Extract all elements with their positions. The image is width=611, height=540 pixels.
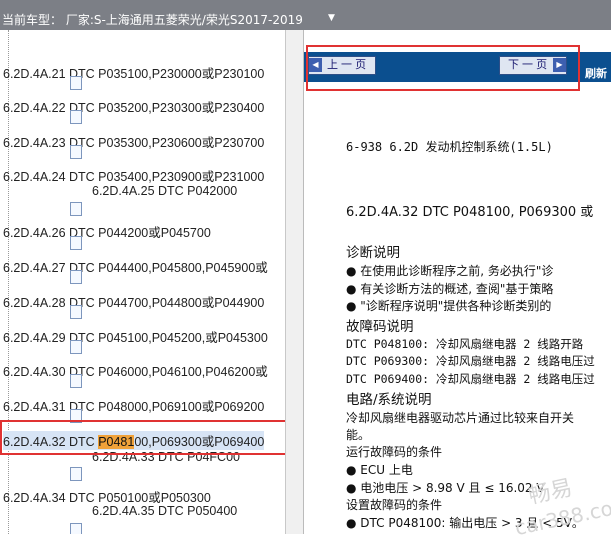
annotation-redbox	[0, 420, 285, 455]
dtc-tree: 6.2D.4A.21 DTC P035100,P230000或P230100 6…	[0, 30, 285, 534]
vehicle-header: 当前车型： 厂家:S-上海通用五菱荣光/荣光S2017-2019 ▼	[0, 0, 611, 30]
document-icon	[70, 270, 82, 284]
section-heading: 故障码说明	[346, 319, 414, 335]
tree-item[interactable]: 6.2D.4A.30 DTC P046000,P046100,P046200或	[3, 361, 268, 380]
dtc-line: DTC P069300: 冷却风扇继电器 2 线路电压过	[346, 354, 595, 368]
document-icon	[70, 523, 82, 534]
tree-item[interactable]: 6.2D.4A.35 DTC P050400	[92, 504, 237, 518]
document-icon	[70, 340, 82, 354]
bullet-text: ● ECU 上电	[346, 463, 413, 477]
tree-item[interactable]: 6.2D.4A.26 DTC P044200或P045700	[3, 222, 211, 241]
tree-item[interactable]: 6.2D.4A.27 DTC P044400,P045800,P045900或	[3, 257, 268, 276]
bullet-text: ● 有关诊断方法的概述, 查阅"基于策略	[346, 282, 554, 296]
tree-item[interactable]: 6.2D.4A.25 DTC P042000	[92, 184, 237, 198]
tree-item[interactable]: 6.2D.4A.28 DTC P044700,P044800或P044900	[3, 292, 264, 311]
bullet-text: ● 在使用此诊断程序之前, 务必执行"诊	[346, 264, 554, 278]
pane-splitter[interactable]	[285, 30, 304, 534]
document-icon	[70, 467, 82, 481]
dtc-line: DTC P069400: 冷却风扇继电器 2 线路电压过	[346, 372, 595, 386]
document-icon	[70, 374, 82, 388]
section-heading: 电路/系统说明	[346, 392, 432, 408]
paragraph-text: 能。	[346, 428, 371, 442]
paragraph-text: 冷却风扇继电器驱动芯片通过比较来自开关	[346, 411, 575, 425]
tree-item[interactable]: 6.2D.4A.24 DTC P035400,P230900或P231000	[3, 166, 264, 185]
document-icon	[70, 145, 82, 159]
bullet-text: ● 电池电压 > 8.98 V 且 ≤ 16.02 V	[346, 481, 545, 495]
document-icon	[70, 236, 82, 250]
tree-item[interactable]: 6.2D.4A.31 DTC P048000,P069100或P069200	[3, 396, 264, 415]
doc-title: 6.2D.4A.32 DTC P048100, P069300 或	[346, 205, 594, 220]
bullet-text: ● "诊断程序说明"提供各种诊断类别的	[346, 299, 552, 313]
dropdown-arrow-icon[interactable]: ▼	[328, 13, 335, 23]
refresh-button[interactable]: 刷新	[585, 65, 607, 81]
tree-item[interactable]: 6.2D.4A.29 DTC P045100,P045200,或P045300	[3, 327, 268, 346]
vehicle-title: 当前车型： 厂家:S-上海通用五菱荣光/荣光S2017-2019	[2, 13, 303, 27]
doc-header: 6-938 6.2D 发动机控制系统(1.5L)	[346, 140, 553, 154]
document-icon	[70, 76, 82, 90]
tree-item[interactable]: 6.2D.4A.23 DTC P035300,P230600或P230700	[3, 132, 264, 151]
section-heading: 诊断说明	[346, 245, 400, 261]
tree-item[interactable]: 6.2D.4A.21 DTC P035100,P230000或P230100	[3, 63, 264, 82]
dtc-line: DTC P048100: 冷却风扇继电器 2 线路开路	[346, 337, 584, 351]
section-heading: 设置故障码的条件	[346, 498, 443, 512]
annotation-redbox	[306, 45, 580, 91]
document-icon	[70, 305, 82, 319]
section-heading: 运行故障码的条件	[346, 445, 443, 459]
document-icon	[70, 110, 82, 124]
tree-item[interactable]: 6.2D.4A.22 DTC P035200,P230300或P230400	[3, 97, 264, 116]
document-icon	[70, 202, 82, 216]
